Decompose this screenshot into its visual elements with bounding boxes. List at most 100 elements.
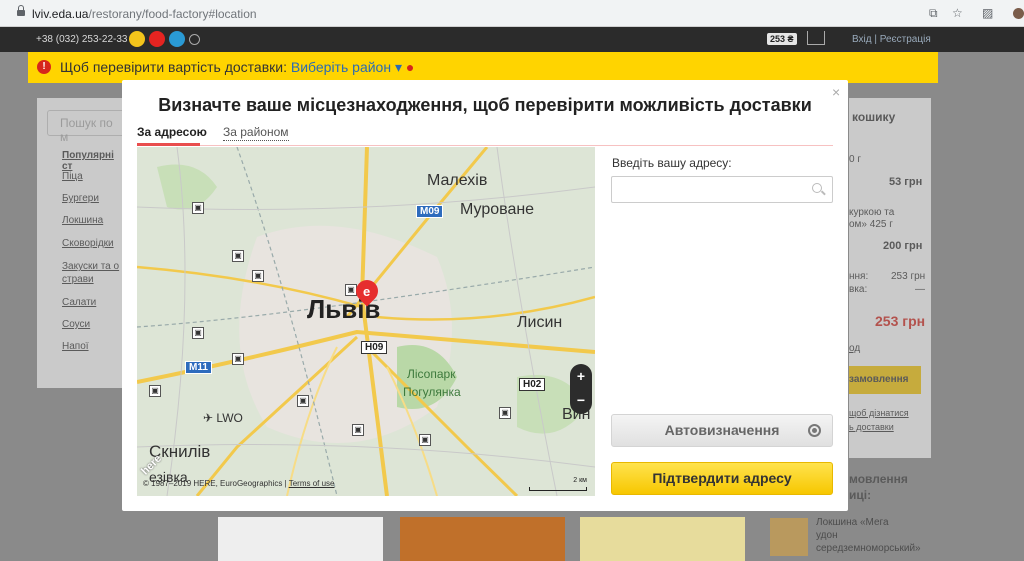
- kyivstar-icon: [169, 31, 185, 47]
- pin-letter: e: [363, 284, 371, 299]
- category-item[interactable]: Локшина: [62, 215, 103, 226]
- tab-by-district[interactable]: За районом: [223, 125, 289, 141]
- choose-district-link[interactable]: Виберіть район ▾: [291, 59, 402, 75]
- site-topbar: +38 (032) 253-22-33 253 ₴ Вхід | Реєстра…: [0, 27, 1024, 52]
- category-sidebar: Пошук по м Популярні ст Піца Бургери Лок…: [37, 98, 137, 388]
- map-label-airport: ✈ LWO: [203, 411, 243, 425]
- road-shield: M11: [185, 361, 212, 374]
- delivery-text: Щоб перевірити вартість доставки:: [60, 59, 287, 75]
- search-icon[interactable]: [812, 183, 822, 193]
- delivery-check-bar: ! Щоб перевірити вартість доставки: Вибе…: [28, 52, 938, 83]
- map[interactable]: ▣ ▣ ▣ ▣ ▣ ▣ ▣ ▣ ▣ ▣ ▣ M09 H09 M11 H02 Ма…: [137, 147, 595, 496]
- cart-price: 53 грн: [889, 176, 923, 188]
- map-label: Лисин: [517, 314, 563, 331]
- url-field[interactable]: lviv.eda.ua/restorany/food-factory#locat…: [32, 7, 257, 21]
- cart-link[interactable]: щоб дізнатися: [849, 408, 909, 418]
- road-shield: H02: [519, 378, 546, 391]
- train-station-icon: ▣: [352, 424, 364, 436]
- recommended-item[interactable]: Локшина «Мега: [816, 517, 889, 528]
- location-pin-icon: ●: [405, 59, 415, 75]
- train-station-icon: ▣: [297, 395, 309, 407]
- tab-by-address[interactable]: За адресою: [137, 125, 207, 139]
- extension-icon[interactable]: ▨: [982, 6, 993, 20]
- cart-text: 253 грн: [891, 271, 926, 282]
- confirm-address-button[interactable]: Підтвердити адресу: [611, 462, 833, 495]
- browser-address-bar: lviv.eda.ua/restorany/food-factory#locat…: [0, 0, 1024, 27]
- cart-text: мовлення: [849, 472, 908, 486]
- category-item[interactable]: Бургери: [62, 193, 99, 204]
- star-icon[interactable]: ☆: [952, 6, 963, 20]
- train-station-icon: ▣: [192, 202, 204, 214]
- map-copyright: © 1987–2019 HERE, EuroGeographics | Term…: [143, 479, 335, 488]
- recommended-item[interactable]: удон: [816, 530, 838, 541]
- lifecell-icon: [129, 31, 145, 47]
- road-shield: H09: [361, 341, 388, 354]
- category-item[interactable]: Популярні ст: [62, 150, 122, 172]
- modal-title: Визначте ваше місцезнаходження, щоб пере…: [158, 95, 812, 115]
- cart-price: 200 грн: [883, 240, 923, 252]
- cart-header: кошику: [852, 110, 896, 124]
- recommended-item[interactable]: середземноморський»: [816, 543, 921, 554]
- profile-avatar[interactable]: [1013, 8, 1024, 19]
- phone-number[interactable]: +38 (032) 253-22-33: [36, 34, 127, 45]
- train-station-icon: ▣: [419, 434, 431, 446]
- airport-icon: ✈: [203, 411, 214, 425]
- url-host: lviv.eda.ua: [32, 7, 89, 21]
- zoom-in-button[interactable]: +: [570, 364, 592, 388]
- train-station-icon: ▣: [232, 250, 244, 262]
- address-label: Введіть вашу адресу:: [612, 156, 732, 170]
- cart-text: ння:: [849, 271, 869, 282]
- map-label: Малехів: [427, 172, 488, 189]
- category-item[interactable]: Соуси: [62, 319, 90, 330]
- terms-of-use-link[interactable]: Terms of use: [289, 479, 335, 488]
- food-card[interactable]: [400, 517, 565, 561]
- cart-text: вка:: [849, 284, 868, 295]
- food-card[interactable]: [218, 517, 383, 561]
- copyright-text: © 1987–2019 HERE, EuroGeographics |: [143, 479, 287, 488]
- vodafone-icon: [149, 31, 165, 47]
- cart-text: иці:: [849, 488, 872, 502]
- auto-detect-button[interactable]: Автовизначення: [611, 414, 833, 447]
- cart-total-badge[interactable]: 253 ₴: [767, 33, 797, 45]
- food-card[interactable]: [580, 517, 745, 561]
- cart-link[interactable]: од: [849, 343, 860, 354]
- map-label: LWO: [216, 411, 243, 425]
- category-item[interactable]: Піца: [62, 171, 83, 182]
- category-item[interactable]: Сковорідки: [62, 238, 114, 249]
- cart-total: 253 грн: [875, 313, 926, 329]
- train-station-icon: ▣: [192, 327, 204, 339]
- category-item[interactable]: Салати: [62, 297, 96, 308]
- location-modal: × Визначте ваше місцезнаходження, щоб пе…: [122, 80, 848, 511]
- address-input[interactable]: [611, 176, 833, 203]
- map-label-park: Погулянка: [403, 385, 461, 399]
- translate-icon[interactable]: ⧉: [929, 6, 938, 21]
- url-path: /restorany/food-factory#location: [88, 7, 257, 21]
- cart-text: куркою та: [849, 207, 895, 218]
- cart-text: 0 г: [849, 154, 861, 165]
- login-register-links[interactable]: Вхід | Реєстрація: [852, 34, 931, 45]
- gps-icon: [808, 424, 821, 437]
- map-scale-bar: [529, 487, 587, 491]
- product-thumbnail[interactable]: [770, 518, 808, 556]
- zoom-controls: + −: [570, 364, 592, 414]
- lock-icon: [17, 5, 25, 17]
- auto-detect-label: Автовизначення: [664, 422, 780, 438]
- cart-panel: кошику 0 г 53 грн куркою та ом» 425 г 20…: [849, 98, 931, 502]
- road-shield: M09: [416, 205, 444, 218]
- cart-text: ом» 425 г: [849, 219, 893, 230]
- tabs-divider: [137, 145, 833, 146]
- order-button[interactable]: замовлення: [849, 366, 921, 394]
- zoom-out-button[interactable]: −: [570, 388, 592, 412]
- train-station-icon: ▣: [149, 385, 161, 397]
- category-item[interactable]: Закуски та о: [62, 261, 119, 272]
- train-station-icon: ▣: [499, 407, 511, 419]
- train-station-icon: ▣: [232, 353, 244, 365]
- category-item[interactable]: Напої: [62, 341, 89, 352]
- cart-text: —: [915, 284, 925, 295]
- cart-icon[interactable]: [807, 31, 825, 45]
- map-label-park: Лісопарк: [407, 367, 456, 381]
- train-station-icon: ▣: [252, 270, 264, 282]
- category-item[interactable]: страви: [62, 274, 94, 285]
- cart-link[interactable]: ь доставки: [849, 422, 894, 432]
- map-label: Муроване: [460, 201, 535, 218]
